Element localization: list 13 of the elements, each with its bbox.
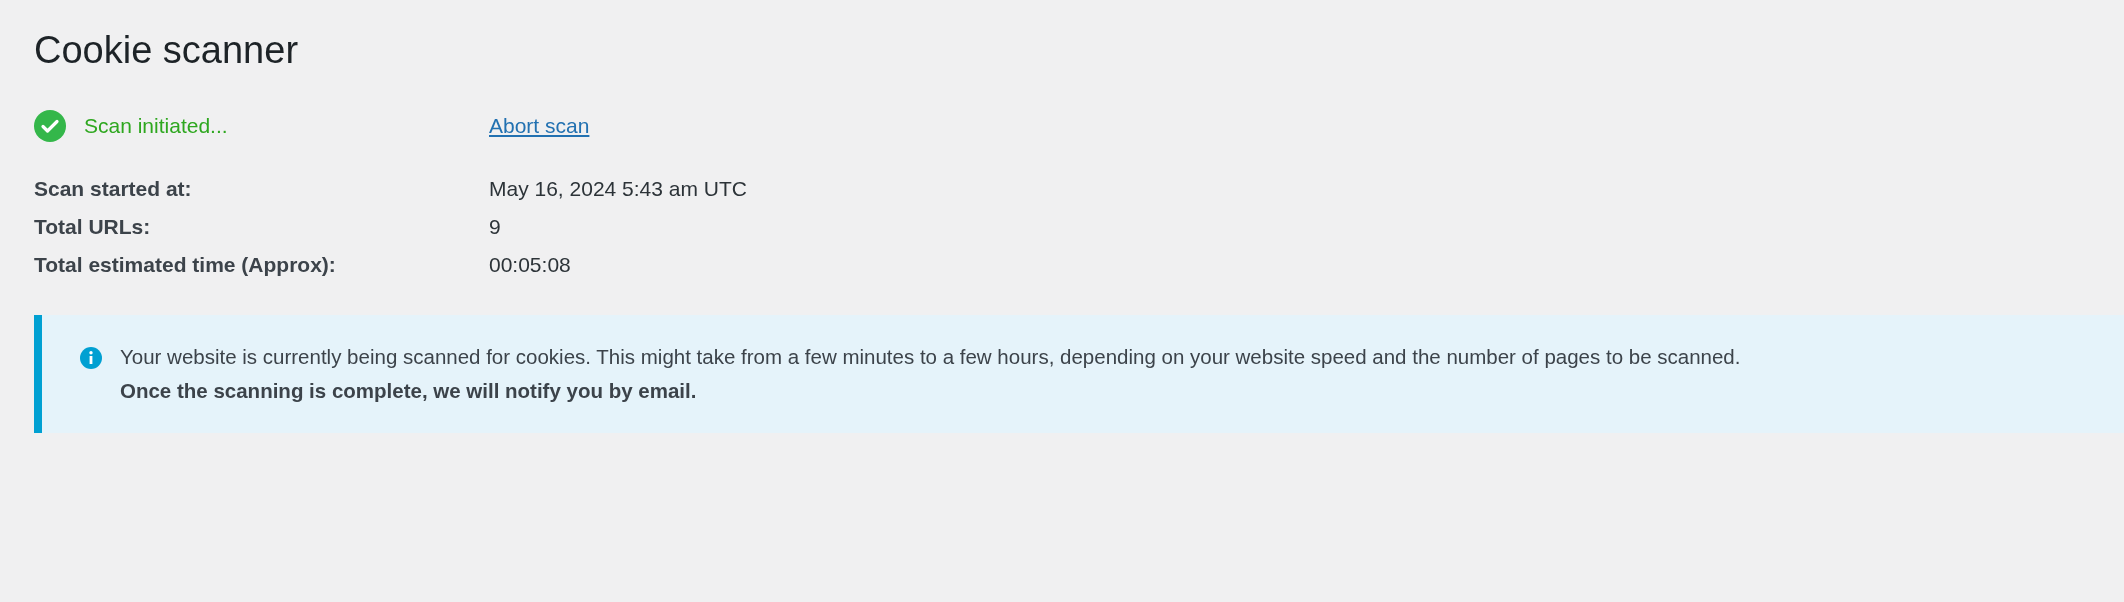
detail-label: Total URLs: bbox=[34, 215, 152, 240]
detail-value: May 16, 2024 5:43 am UTC bbox=[489, 177, 747, 202]
notice-emphasis: Once the scanning is complete, we will notify you by email. bbox=[120, 379, 698, 404]
info-icon bbox=[80, 347, 102, 370]
page-title: Cookie scanner bbox=[34, 28, 300, 73]
detail-label: Total estimated time (Approx): bbox=[34, 253, 337, 278]
detail-value: 00:05:08 bbox=[489, 253, 572, 278]
check-icon bbox=[34, 110, 66, 143]
detail-value: 9 bbox=[489, 215, 502, 240]
status-text: Scan initiated... bbox=[84, 114, 228, 139]
notice-message: Your website is currently being scanned for cookies. This might take from a few minutes to a few hours, depending on your website speed and the number of pages to be scanned. bbox=[120, 345, 1741, 370]
abort-scan-link[interactable]: Abort scan bbox=[489, 114, 590, 139]
detail-label: Scan started at: bbox=[34, 177, 193, 202]
